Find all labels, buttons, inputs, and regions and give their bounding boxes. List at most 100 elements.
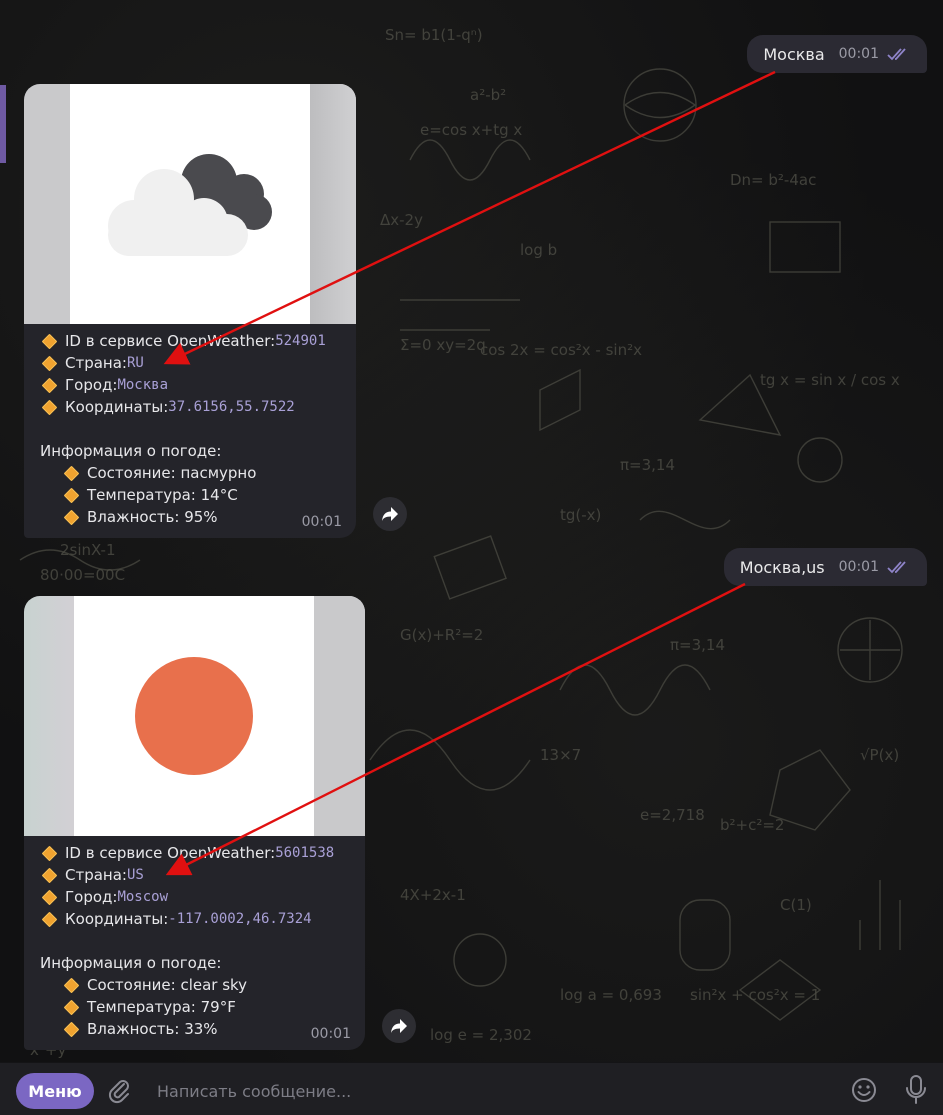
svg-text:C(1): C(1) (780, 896, 812, 914)
svg-text:sin²x + cos²x = 1: sin²x + cos²x = 1 (690, 986, 820, 1004)
weather-info: ID в сервисе OpenWeather: 524901 Страна:… (40, 330, 326, 528)
info-row: Страна: US (40, 864, 334, 886)
weather-row: Влажность: 95% (40, 506, 326, 528)
info-value[interactable]: US (127, 864, 144, 886)
diamond-bullet-icon (63, 509, 80, 525)
weather-row: Состояние: пасмурно (40, 462, 326, 484)
svg-text:cos 2x = cos²x - sin²x: cos 2x = cos²x - sin²x (480, 341, 642, 359)
weather-row: Температура: 14°C (40, 484, 326, 506)
info-row: ID в сервисе OpenWeather: 524901 (40, 330, 326, 352)
bot-reply-card[interactable]: ID в сервисе OpenWeather: 524901 Страна:… (24, 84, 356, 538)
svg-text:e=2,718: e=2,718 (640, 806, 705, 824)
message-text: Москва,us (739, 557, 825, 577)
info-row: Страна: RU (40, 352, 326, 374)
info-value[interactable]: RU (127, 352, 144, 374)
diamond-bullet-icon (41, 333, 58, 349)
attach-icon[interactable] (106, 1077, 134, 1105)
double-check-icon (887, 48, 906, 61)
info-row: Координаты: -117.0002,46.7324 (40, 908, 334, 930)
diamond-bullet-icon (63, 999, 80, 1015)
message-time: 00:01 (838, 46, 879, 62)
svg-text:tg x = sin x / cos x: tg x = sin x / cos x (760, 371, 900, 389)
message-input[interactable] (155, 1077, 819, 1105)
svg-text:a²-b²: a²-b² (470, 86, 506, 104)
info-value[interactable]: 524901 (275, 330, 326, 352)
diamond-bullet-icon (41, 355, 58, 371)
info-row: Координаты: 37.6156,55.7522 (40, 396, 326, 418)
message-text: Москва (763, 44, 825, 64)
info-value[interactable]: 5601538 (275, 842, 334, 864)
diamond-bullet-icon (63, 977, 80, 993)
double-check-icon (887, 561, 906, 574)
info-label: Город: (65, 888, 118, 906)
info-value[interactable]: 37.6156,55.7522 (168, 396, 294, 418)
side-panel-edge (0, 85, 6, 163)
weather-temperature: Температура: 79°F (87, 998, 236, 1016)
info-label: ID в сервисе OpenWeather: (65, 844, 276, 862)
weather-row: Состояние: clear sky (40, 974, 334, 996)
svg-text:log b: log b (520, 241, 557, 259)
svg-text:13×7: 13×7 (540, 746, 581, 764)
diamond-bullet-icon (41, 889, 58, 905)
info-label: ID в сервисе OpenWeather: (65, 332, 276, 350)
svg-text:b²+c²=2: b²+c²=2 (720, 816, 784, 834)
diamond-bullet-icon (41, 377, 58, 393)
info-value[interactable]: Moscow (117, 886, 168, 908)
weather-image[interactable] (24, 596, 365, 836)
svg-text:log a = 0,693: log a = 0,693 (560, 986, 662, 1004)
info-row: ID в сервисе OpenWeather: 5601538 (40, 842, 334, 864)
message-time: 00:01 (310, 1026, 351, 1042)
bot-reply-card[interactable]: ID в сервисе OpenWeather: 5601538 Страна… (24, 596, 365, 1050)
svg-text:Dn= b²-4ac: Dn= b²-4ac (730, 171, 816, 189)
diamond-bullet-icon (63, 465, 80, 481)
diamond-bullet-icon (63, 487, 80, 503)
weather-header: Информация о погоде: (40, 954, 222, 972)
weather-row: Температура: 79°F (40, 996, 334, 1018)
sun-weather-icon (135, 657, 253, 775)
info-label: Страна: (65, 354, 127, 372)
svg-text:Sn= b1(1-qⁿ): Sn= b1(1-qⁿ) (385, 26, 483, 44)
mic-icon[interactable] (902, 1074, 930, 1106)
info-label: Город: (65, 376, 118, 394)
info-value[interactable]: -117.0002,46.7324 (168, 908, 311, 930)
weather-info: ID в сервисе OpenWeather: 5601538 Страна… (40, 842, 334, 1040)
svg-text:e=cos x+tg x: e=cos x+tg x (420, 121, 522, 139)
svg-text:log e = 2,302: log e = 2,302 (430, 1026, 532, 1044)
info-row: Город: Moscow (40, 886, 334, 908)
diamond-bullet-icon (41, 845, 58, 861)
weather-condition: Состояние: clear sky (87, 976, 248, 994)
diamond-bullet-icon (41, 867, 58, 883)
menu-button[interactable]: Меню (16, 1073, 94, 1109)
weather-row: Влажность: 33% (40, 1018, 334, 1040)
weather-humidity: Влажность: 33% (87, 1020, 218, 1038)
info-label: Координаты: (65, 398, 169, 416)
info-row: Город: Москва (40, 374, 326, 396)
cloudy-weather-icon (108, 154, 272, 256)
svg-text:2sinX-1: 2sinX-1 (60, 541, 116, 559)
forward-icon (391, 1019, 407, 1033)
outgoing-message[interactable]: Москва,us 00:01 (723, 548, 927, 586)
outgoing-message[interactable]: Москва 00:01 (747, 35, 927, 73)
svg-text:80·00=00C: 80·00=00C (40, 566, 125, 584)
svg-text:π=3,14: π=3,14 (670, 636, 725, 654)
forward-button[interactable] (373, 497, 407, 531)
weather-header: Информация о погоде: (40, 442, 222, 460)
svg-text:√P(x): √P(x) (860, 746, 899, 764)
emoji-icon[interactable] (850, 1076, 878, 1104)
svg-text:Δx-2y: Δx-2y (380, 211, 423, 229)
diamond-bullet-icon (63, 1021, 80, 1037)
info-value[interactable]: Москва (117, 374, 168, 396)
forward-icon (382, 507, 398, 521)
svg-text:Σ=0 xy=2q: Σ=0 xy=2q (400, 336, 486, 354)
weather-condition: Состояние: пасмурно (87, 464, 257, 482)
svg-text:G(x)+R²=2: G(x)+R²=2 (400, 626, 483, 644)
svg-text:tg(-x): tg(-x) (560, 506, 601, 524)
weather-image[interactable] (24, 84, 356, 324)
forward-button[interactable] (382, 1009, 416, 1043)
svg-text:π=3,14: π=3,14 (620, 456, 675, 474)
weather-temperature: Температура: 14°C (87, 486, 238, 504)
info-label: Координаты: (65, 910, 169, 928)
diamond-bullet-icon (41, 399, 58, 415)
message-time: 00:01 (838, 559, 879, 575)
message-time: 00:01 (301, 514, 342, 530)
